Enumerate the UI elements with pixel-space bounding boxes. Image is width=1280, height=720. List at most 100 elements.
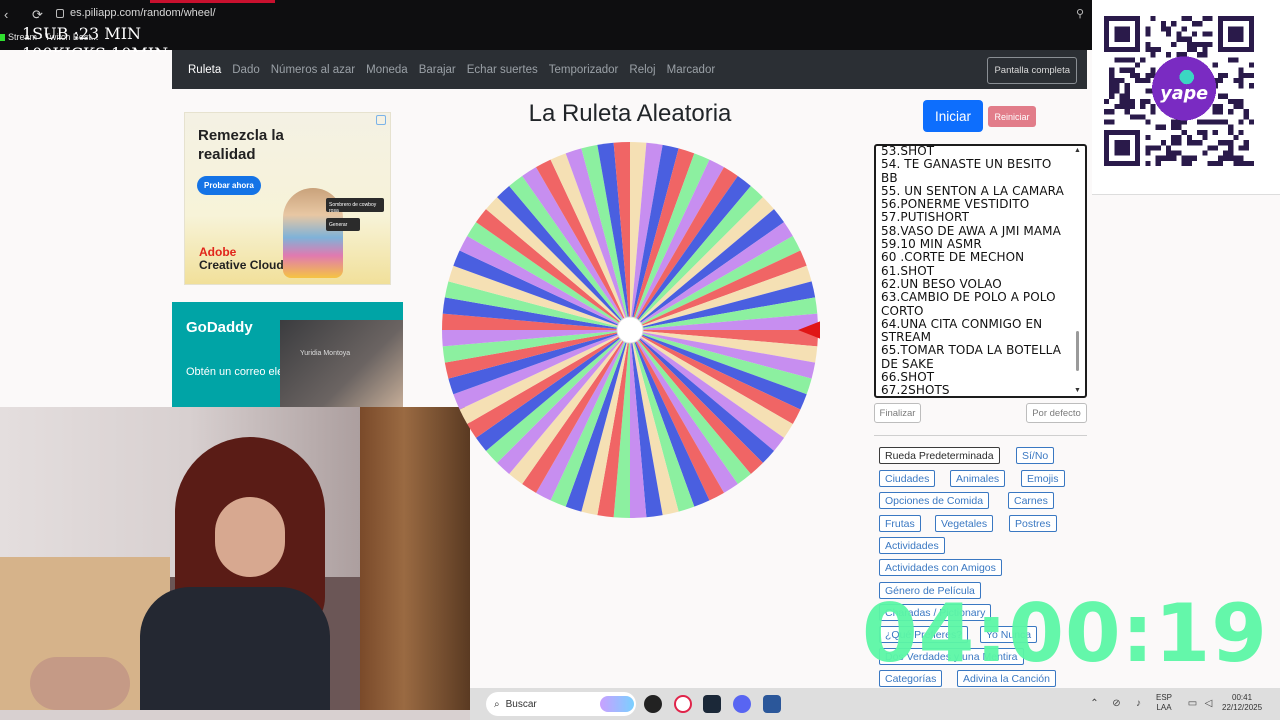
clock-time: 00:41: [1232, 693, 1253, 702]
adobe-ad[interactable]: Remezcla la realidad Probar ahora Sombre…: [184, 112, 391, 285]
yape-qr-code: yape: [1104, 16, 1254, 166]
word-icon[interactable]: [763, 695, 781, 713]
nav-barajar[interactable]: Barajar: [419, 64, 456, 76]
back-icon[interactable]: ‹: [4, 7, 8, 22]
option-line: DE SAKE: [881, 356, 934, 371]
options-textarea[interactable]: 53.SHOT 54. TE GANASTE UN BESITO BB 55. UN…: [874, 144, 1087, 398]
keyboard-layout: LAA: [1156, 703, 1172, 712]
tray-chevron-icon[interactable]: ⌃: [1088, 697, 1101, 710]
nav-ruleta[interactable]: Ruleta: [188, 64, 221, 76]
windows-taskbar: ⌕ Buscar ⌃ ⊘ ♪ ESP LAA ▭ ◁ 00:41 22/12/2…: [470, 688, 1280, 720]
ad-generate-card: Generar: [326, 218, 360, 231]
volume-icon[interactable]: ◁: [1202, 697, 1215, 710]
site-navbar: Ruleta Dado Números al azar Moneda Baraj…: [172, 50, 1087, 89]
preset-food[interactable]: Opciones de Comida: [879, 492, 990, 509]
opera-icon[interactable]: [674, 695, 692, 713]
option-line: 67.2SHOTS: [881, 383, 950, 398]
start-button[interactable]: Iniciar: [923, 100, 983, 132]
preset-default-wheel[interactable]: Rueda Predeterminada: [879, 447, 1000, 464]
preset-desserts[interactable]: Postres: [1009, 515, 1057, 532]
language-indicator[interactable]: ESP LAA: [1156, 693, 1172, 713]
nav-moneda[interactable]: Moneda: [366, 64, 408, 76]
option-line: 56.PONERME VESTIDITO: [881, 197, 1030, 212]
preset-fruits[interactable]: Frutas: [879, 515, 921, 532]
option-line: 54. TE GANASTE UN BESITO BB: [881, 157, 1052, 185]
kick-goal-text: 100KICKS 10MIN: [22, 44, 168, 52]
app-icon[interactable]: [644, 695, 662, 713]
webcam-feed: [0, 407, 470, 710]
ad-photo: Yuridia Montoya: [280, 320, 403, 408]
roulette-wheel[interactable]: [440, 141, 820, 521]
finish-button[interactable]: Finalizar: [874, 403, 921, 423]
nav-reloj[interactable]: Reloj: [629, 64, 655, 76]
ad-brand: Adobe Creative Cloud: [199, 246, 284, 272]
nav-marcador[interactable]: Marcador: [667, 64, 716, 76]
tray-app-icon[interactable]: ⊘: [1110, 697, 1123, 710]
option-line: 65.TOMAR TODA LA BOTELLA: [881, 343, 1062, 358]
preset-activities[interactable]: Actividades: [879, 537, 945, 554]
wheel-hub: [616, 316, 644, 344]
option-line: 59.10 MIN ASMR: [881, 237, 982, 252]
lock-icon: [56, 8, 64, 18]
option-line: CORTO: [881, 303, 924, 318]
option-line: 60 .CORTE DE MECHON: [881, 250, 1025, 265]
brand-line-2: Creative Cloud: [199, 258, 284, 272]
pin-icon[interactable]: ⚲: [1076, 7, 1084, 20]
preset-animals[interactable]: Animales: [950, 470, 1006, 487]
cam-hand: [30, 657, 130, 710]
nav-temporizador[interactable]: Temporizador: [549, 64, 619, 76]
divider: [874, 435, 1087, 436]
options-scrollbar[interactable]: ▲ ▼: [1072, 146, 1084, 396]
ad-photo-caption: Yuridia Montoya: [300, 350, 351, 357]
scroll-up-icon[interactable]: ▲: [1074, 147, 1081, 154]
discord-icon[interactable]: [733, 695, 751, 713]
godaddy-logo: GoDaddy: [186, 319, 253, 336]
default-button[interactable]: Por defecto: [1026, 403, 1087, 423]
option-line: 63.CAMBIO DE POLO A POLO: [881, 290, 1056, 305]
scroll-thumb[interactable]: [1076, 331, 1079, 371]
language-code: ESP: [1156, 693, 1173, 702]
sub-goal-text: 1SUB :23 MIN: [22, 24, 142, 43]
godaddy-ad[interactable]: GoDaddy Obtén un correo electrónico Yuri…: [172, 302, 403, 408]
qr-panel: yape: [1092, 0, 1280, 195]
preset-emojis[interactable]: Emojis: [1021, 470, 1065, 487]
reload-icon[interactable]: ⟳: [32, 7, 43, 23]
nav-dado[interactable]: Dado: [232, 64, 260, 76]
address-bar[interactable]: es.piliapp.com/random/wheel/: [56, 7, 216, 19]
url-text: es.piliapp.com/random/wheel/: [70, 7, 216, 19]
options-lines: 53.SHOT 54. TE GANASTE UN BESITO BB 55. UN…: [881, 144, 1069, 398]
option-line: STREAM: [881, 330, 932, 345]
preset-meats[interactable]: Carnes: [1008, 492, 1054, 509]
cam-bottom-strip: [0, 710, 470, 720]
preset-vegetables[interactable]: Vegetales: [935, 515, 994, 532]
network-icon[interactable]: ▭: [1186, 697, 1199, 710]
option-line: 57.PUTISHORT: [881, 210, 970, 225]
fullscreen-button[interactable]: Pantalla completa: [987, 57, 1077, 84]
svg-text:yape: yape: [1160, 84, 1208, 104]
preset-friends[interactable]: Actividades con Amigos: [879, 559, 1002, 576]
option-line: 55. UN SENTON A LA CAMARA: [881, 183, 1064, 198]
clock[interactable]: 00:41 22/12/2025: [1222, 693, 1262, 713]
clock-date: 22/12/2025: [1222, 703, 1263, 712]
option-line: 62.UN BESO VOLAO: [881, 276, 1002, 291]
option-line: 61.SHOT: [881, 263, 935, 278]
mic-icon[interactable]: ♪: [1132, 697, 1145, 710]
cam-person-shirt: [140, 587, 330, 710]
cam-person-face: [215, 497, 285, 577]
ad-prompt-card: Sombrero de cowboy rosa: [326, 198, 384, 212]
search-icon: ⌕: [494, 698, 500, 710]
stream-timer: 04:00:19: [862, 587, 1268, 680]
widget-icon[interactable]: [600, 696, 634, 712]
option-line: 58.VASO DE AWA A JMI MAMA: [881, 223, 1061, 238]
option-line: 53.SHOT: [881, 144, 935, 158]
preset-cities[interactable]: Ciudades: [879, 470, 936, 487]
nav-numeros[interactable]: Números al azar: [271, 64, 355, 76]
preset-yes-no[interactable]: Sí/No: [1016, 447, 1055, 464]
scroll-down-icon[interactable]: ▼: [1074, 387, 1081, 394]
nav-echar-suertes[interactable]: Echar suertes: [467, 64, 538, 76]
steam-icon[interactable]: [703, 695, 721, 713]
adchoices-icon[interactable]: [376, 115, 386, 125]
reset-button[interactable]: Reiniciar: [988, 106, 1036, 127]
live-dot-icon: [0, 33, 5, 41]
ad-cta-button[interactable]: Probar ahora: [197, 176, 261, 195]
